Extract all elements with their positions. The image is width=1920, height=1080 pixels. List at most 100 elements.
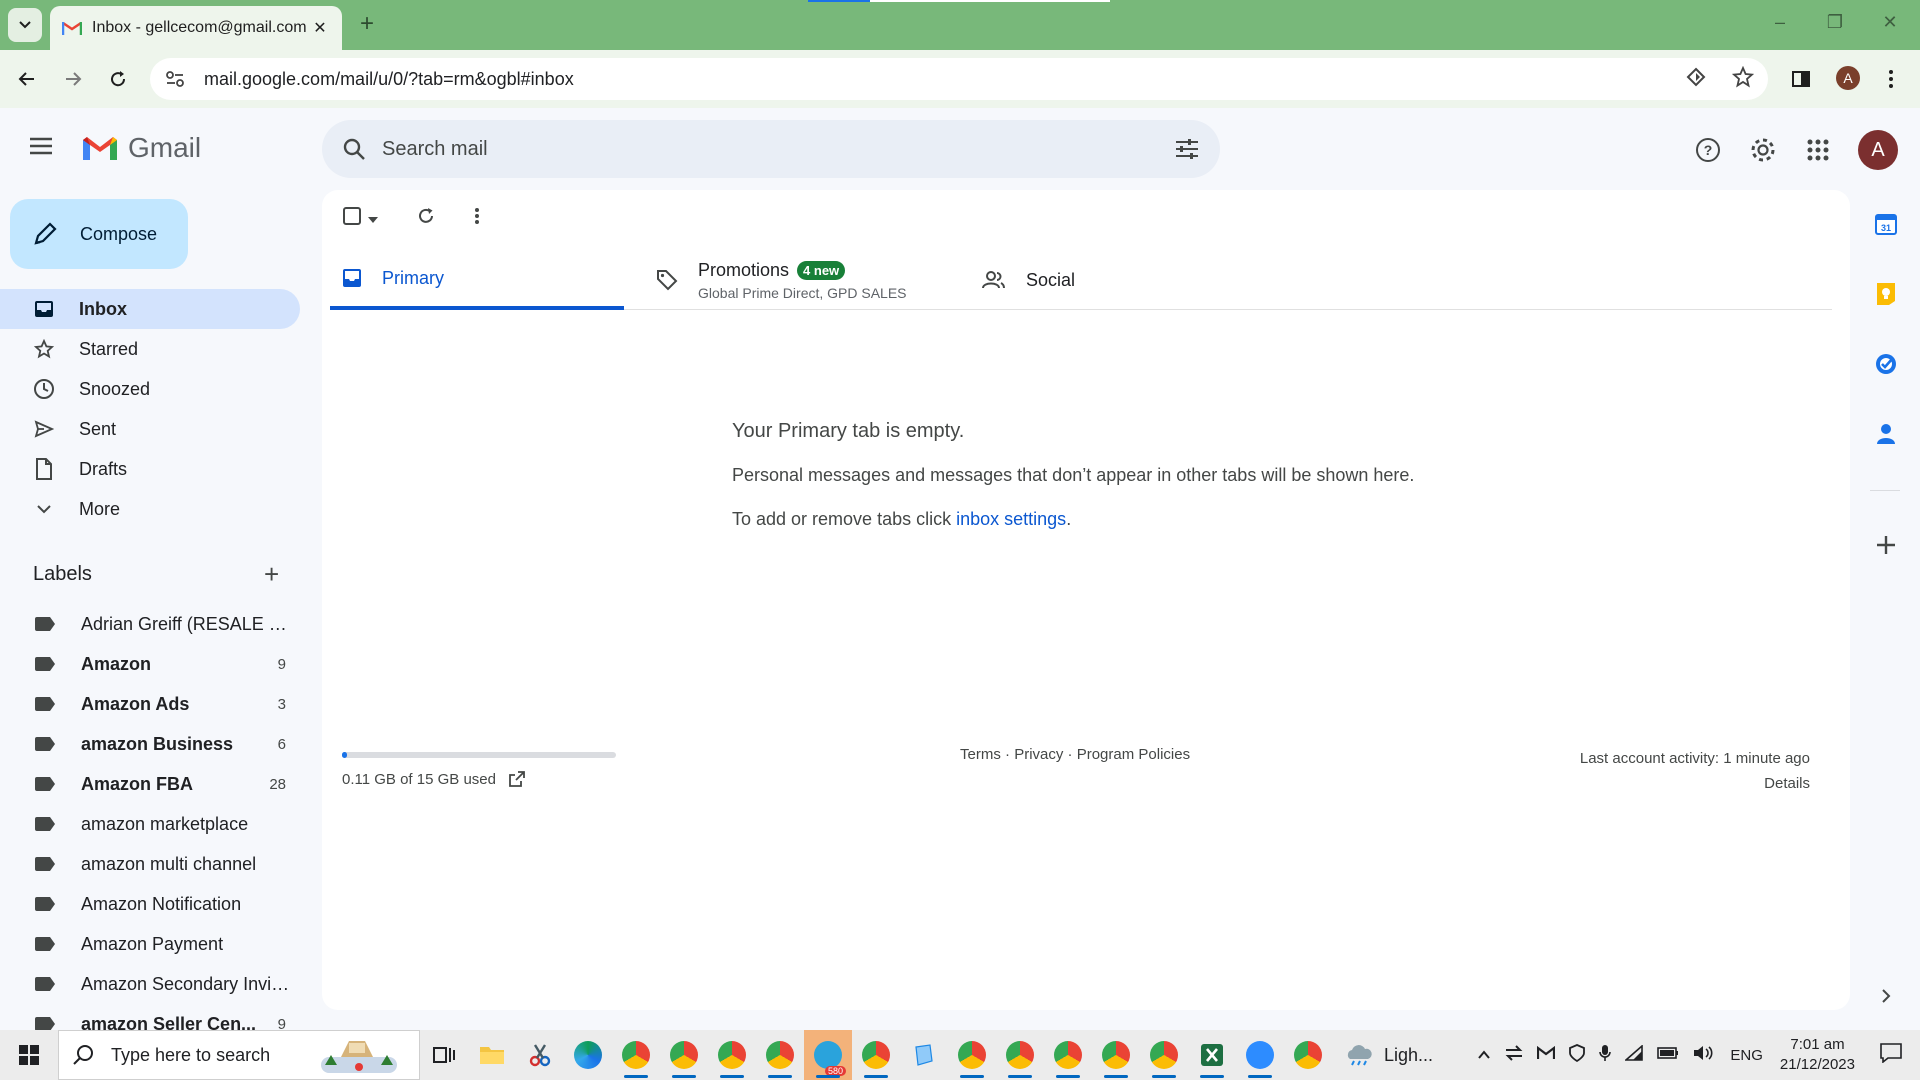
- label-item[interactable]: Amazon Payment: [0, 924, 300, 964]
- chrome-profile-l-icon[interactable]: [996, 1030, 1044, 1080]
- chrome-profile-avatar[interactable]: A: [1836, 66, 1860, 90]
- security-shield-icon[interactable]: [1569, 1044, 1586, 1066]
- label-item[interactable]: amazon multi channel: [0, 844, 300, 884]
- nav-item-inbox[interactable]: Inbox: [0, 289, 300, 329]
- more-options-icon[interactable]: [474, 207, 480, 230]
- bookmark-star-icon[interactable]: [1731, 65, 1755, 93]
- address-bar[interactable]: mail.google.com/mail/u/0/?tab=rm&ogbl#in…: [150, 58, 1768, 100]
- help-icon[interactable]: ?: [1692, 134, 1724, 166]
- terms-link[interactable]: Terms: [960, 746, 1001, 763]
- create-label-button[interactable]: +: [264, 559, 279, 590]
- inbox-settings-link[interactable]: inbox settings: [956, 509, 1066, 529]
- gmail-tray-icon[interactable]: [1537, 1045, 1556, 1064]
- account-avatar[interactable]: A: [1858, 130, 1898, 170]
- task-view-icon[interactable]: [420, 1030, 468, 1080]
- search-icon[interactable]: [342, 137, 366, 161]
- contacts-icon[interactable]: [1872, 420, 1900, 448]
- chevron-up-icon[interactable]: [1477, 1047, 1491, 1064]
- nav-item-drafts[interactable]: Drafts: [0, 449, 300, 489]
- tab-search-button[interactable]: [8, 8, 42, 42]
- new-tab-button[interactable]: +: [352, 10, 382, 40]
- privacy-link[interactable]: Privacy: [1014, 746, 1063, 763]
- tasks-icon[interactable]: [1872, 350, 1900, 378]
- sync-arrows-icon[interactable]: [1505, 1045, 1523, 1065]
- snipping-tool-icon[interactable]: [516, 1030, 564, 1080]
- close-window-button[interactable]: ✕: [1870, 12, 1910, 33]
- chrome-icon[interactable]: [1284, 1030, 1332, 1080]
- microphone-icon[interactable]: [1599, 1044, 1612, 1066]
- get-addons-icon[interactable]: [1872, 531, 1900, 559]
- chrome-profile-m-icon[interactable]: [852, 1030, 900, 1080]
- open-external-icon[interactable]: [508, 770, 526, 788]
- chrome-profile-b-icon[interactable]: [948, 1030, 996, 1080]
- settings-gear-icon[interactable]: [1747, 134, 1779, 166]
- file-explorer-icon[interactable]: [468, 1030, 516, 1080]
- nav-item-starred[interactable]: Starred: [0, 329, 300, 369]
- side-panel-icon[interactable]: [1786, 64, 1816, 94]
- taskbar-clock[interactable]: 7:01 am 21/12/2023: [1780, 1035, 1855, 1075]
- compose-button[interactable]: Compose: [10, 199, 188, 269]
- telegram-icon[interactable]: 580: [804, 1030, 852, 1080]
- select-all-checkbox[interactable]: [342, 206, 362, 231]
- calendar-icon[interactable]: 31: [1872, 210, 1900, 238]
- nav-item-sent[interactable]: Sent: [0, 409, 300, 449]
- battery-icon[interactable]: [1657, 1046, 1679, 1064]
- chrome-profile-f-icon[interactable]: [1140, 1030, 1188, 1080]
- back-button[interactable]: [12, 64, 42, 94]
- search-bar[interactable]: Search mail: [322, 120, 1220, 178]
- notepad-icon[interactable]: [900, 1030, 948, 1080]
- tab-close-icon[interactable]: ✕: [310, 18, 330, 38]
- keep-icon[interactable]: [1872, 280, 1900, 308]
- chrome-profile-a-icon[interactable]: [660, 1030, 708, 1080]
- forward-button[interactable]: [58, 64, 88, 94]
- gmail-logo[interactable]: Gmail: [80, 132, 201, 164]
- extension-icon[interactable]: [1686, 67, 1706, 92]
- chrome-profile-e-icon[interactable]: [1092, 1030, 1140, 1080]
- language-indicator[interactable]: ENG: [1730, 1047, 1763, 1064]
- label-item[interactable]: amazon Business 6: [0, 724, 300, 764]
- nav-item-more[interactable]: More: [0, 489, 300, 529]
- reload-button[interactable]: [103, 64, 133, 94]
- tab-primary[interactable]: Primary: [330, 250, 624, 310]
- browser-tab-gmail[interactable]: Inbox - gellcecom@gmail.com ✕: [50, 6, 342, 50]
- label-item[interactable]: amazon marketplace: [0, 804, 300, 844]
- excel-icon[interactable]: [1188, 1030, 1236, 1080]
- label-item[interactable]: Amazon Notification: [0, 884, 300, 924]
- edge-browser-icon[interactable]: [564, 1030, 612, 1080]
- label-item[interactable]: Amazon Ads 3: [0, 684, 300, 724]
- refresh-icon[interactable]: [416, 206, 436, 231]
- start-button[interactable]: [0, 1030, 58, 1080]
- select-dropdown-icon[interactable]: [368, 210, 378, 228]
- label-item[interactable]: Adrian Greiff (RESALE C...: [0, 604, 300, 644]
- chrome-menu-icon[interactable]: [1876, 64, 1906, 94]
- nav-item-snoozed[interactable]: Snoozed: [0, 369, 300, 409]
- label-item[interactable]: Amazon 9: [0, 644, 300, 684]
- label-item[interactable]: Amazon Secondary Invit...: [0, 964, 300, 1004]
- program-policies-link[interactable]: Program Policies: [1077, 746, 1190, 763]
- chrome-profile-d2-icon[interactable]: [708, 1030, 756, 1080]
- label-item[interactable]: Amazon FBA 28: [0, 764, 300, 804]
- restore-button[interactable]: ❐: [1815, 12, 1855, 33]
- show-side-panel-icon[interactable]: [1872, 982, 1900, 1010]
- tab-social[interactable]: Social: [982, 250, 1075, 310]
- notifications-icon[interactable]: [1880, 1043, 1902, 1067]
- tab-promotions[interactable]: Promotions 4 new Global Prime Direct, GP…: [656, 250, 907, 310]
- empty-settings-hint: To add or remove tabs click inbox settin…: [732, 509, 1414, 530]
- zoom-icon[interactable]: [1236, 1030, 1284, 1080]
- volume-icon[interactable]: [1693, 1045, 1713, 1065]
- chrome-profile-d-icon[interactable]: [612, 1030, 660, 1080]
- promotions-senders: Global Prime Direct, GPD SALES: [698, 284, 907, 301]
- chrome-profile-d3-icon[interactable]: [756, 1030, 804, 1080]
- google-apps-icon[interactable]: [1802, 134, 1834, 166]
- taskbar-search[interactable]: Type here to search: [58, 1030, 420, 1080]
- search-input[interactable]: Search mail: [382, 138, 1174, 161]
- taskbar-search-input[interactable]: Type here to search: [111, 1045, 270, 1066]
- search-options-icon[interactable]: [1174, 137, 1200, 161]
- main-menu-icon[interactable]: [28, 136, 62, 162]
- site-info-icon[interactable]: [164, 70, 186, 88]
- weather-widget[interactable]: Ligh...: [1344, 1043, 1433, 1067]
- wifi-icon[interactable]: [1624, 1044, 1644, 1065]
- minimize-button[interactable]: –: [1760, 12, 1800, 33]
- activity-details-link[interactable]: Details: [1580, 771, 1810, 796]
- chrome-profile-d4-icon[interactable]: [1044, 1030, 1092, 1080]
